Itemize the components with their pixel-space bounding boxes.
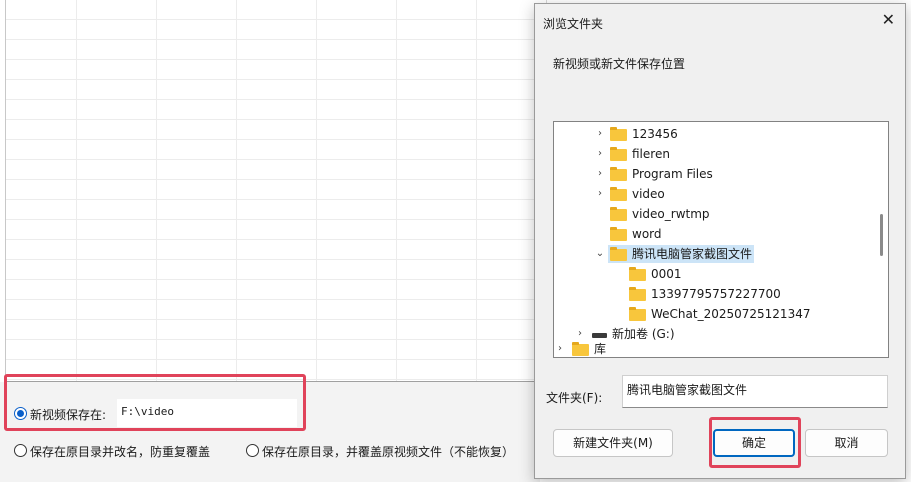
drive-icon xyxy=(592,333,607,338)
folder-tree[interactable]: › 123456 › fileren › Program Files › video video… xyxy=(553,121,889,358)
folder-input[interactable]: 腾讯电脑管家截图文件 xyxy=(622,375,888,408)
tree-item[interactable]: › video xyxy=(554,184,874,204)
ok-button-highlight xyxy=(709,417,801,468)
tree-item[interactable]: word xyxy=(554,224,874,244)
folder-icon xyxy=(610,247,627,261)
close-icon[interactable]: ✕ xyxy=(882,11,895,29)
chevron-right-icon[interactable]: › xyxy=(594,184,606,204)
tree-item[interactable]: › Program Files xyxy=(554,164,874,184)
tree-item[interactable]: 13397795757227700 xyxy=(554,284,874,304)
tree-item-label: fileren xyxy=(632,147,670,161)
overwrite-label: 保存在原目录，并覆盖原视频文件（不能恢复） xyxy=(262,445,515,459)
tree-item-label: 123456 xyxy=(632,127,678,141)
cancel-button[interactable]: 取消 xyxy=(805,429,888,457)
dialog-title: 浏览文件夹 xyxy=(543,17,604,31)
folder-label: 文件夹(F): xyxy=(546,391,603,405)
tree-item-label: 库 xyxy=(594,342,607,356)
tree-item-label: WeChat_20250725121347 xyxy=(651,307,811,321)
chevron-right-icon[interactable]: › xyxy=(594,164,606,184)
folder-icon xyxy=(610,187,627,201)
tree-item[interactable]: 0001 xyxy=(554,264,874,284)
tree-item-label: Program Files xyxy=(632,167,713,181)
rename-label: 保存在原目录并改名，防重复覆盖 xyxy=(30,445,211,459)
overwrite-radio[interactable] xyxy=(246,444,259,457)
folder-icon xyxy=(629,287,646,301)
folder-icon xyxy=(572,342,589,356)
folder-icon xyxy=(610,227,627,241)
folder-icon xyxy=(610,167,627,181)
dialog-description: 新视频或新文件保存位置 xyxy=(553,57,686,71)
new-folder-button[interactable]: 新建文件夹(M) xyxy=(553,429,673,457)
folder-icon xyxy=(629,267,646,281)
chevron-right-icon[interactable]: › xyxy=(594,144,606,164)
browse-folder-dialog: 浏览文件夹 ✕ 新视频或新文件保存位置 › 123456 › fileren › Prog… xyxy=(534,3,906,479)
folder-icon xyxy=(610,147,627,161)
tree-item-label: 腾讯电脑管家截图文件 xyxy=(632,247,753,261)
rename-radio[interactable] xyxy=(14,444,27,457)
tree-item-label: word xyxy=(632,227,662,241)
folder-icon xyxy=(610,207,627,221)
tree-item[interactable]: › 123456 xyxy=(554,124,874,144)
tree-item-label: 13397795757227700 xyxy=(651,287,781,301)
tree-item-label: video_rwtmp xyxy=(632,207,710,221)
save-path-highlight xyxy=(4,374,306,431)
tree-item[interactable]: WeChat_20250725121347 xyxy=(554,304,874,324)
tree-item[interactable]: ⌄ 腾讯电脑管家截图文件 xyxy=(554,244,874,264)
tree-item[interactable]: video_rwtmp xyxy=(554,204,874,224)
file-list-grid[interactable] xyxy=(6,0,547,381)
tree-item[interactable]: › 库 xyxy=(554,339,874,357)
tree-item-label: video xyxy=(632,187,665,201)
chevron-right-icon[interactable]: › xyxy=(594,124,606,144)
tree-item[interactable]: › fileren xyxy=(554,144,874,164)
tree-scrollbar-thumb[interactable] xyxy=(880,214,883,256)
folder-icon xyxy=(629,307,646,321)
folder-icon xyxy=(610,127,627,141)
chevron-down-icon[interactable]: ⌄ xyxy=(594,244,606,264)
tree-item-label: 0001 xyxy=(651,267,682,281)
chevron-right-icon[interactable]: › xyxy=(554,339,566,357)
